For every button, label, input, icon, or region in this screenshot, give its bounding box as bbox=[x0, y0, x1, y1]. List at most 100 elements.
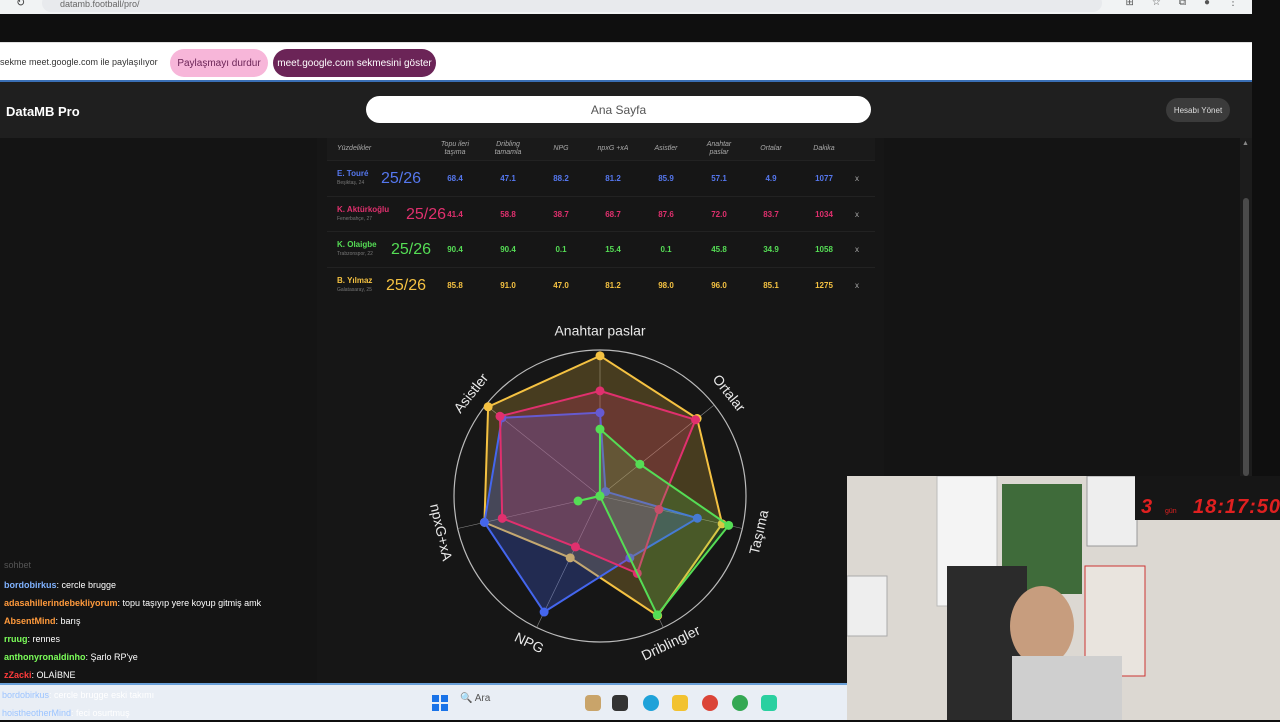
table-cell: 83.7 bbox=[763, 209, 779, 219]
table-row[interactable]: K. Olaigbe 25/26 Trabzonspor, 22 90.4 90.4 0.… bbox=[327, 231, 875, 266]
windows-start-icon[interactable] bbox=[432, 695, 448, 711]
scroll-up-icon[interactable]: ▲ bbox=[1242, 140, 1249, 147]
stop-sharing-button[interactable]: Paylaşmayı durdur bbox=[170, 49, 268, 77]
radar-axis-label: Anahtar paslar bbox=[554, 323, 645, 339]
chat-username[interactable]: bordobirkus bbox=[4, 580, 57, 590]
profile-icon[interactable]: ● bbox=[1204, 0, 1210, 8]
radar-point bbox=[595, 424, 605, 434]
stream-timer: 3 gün 18:17:50 bbox=[1135, 476, 1280, 520]
chat-username[interactable]: bordobirkus bbox=[2, 690, 49, 700]
table-cell: 1034 bbox=[815, 209, 833, 219]
table-cell: 38.7 bbox=[553, 209, 569, 219]
chrome-icon[interactable] bbox=[702, 695, 718, 711]
table-row[interactable]: B. Yılmaz 25/26 Galatasaray, 25 85.8 91.0 47.… bbox=[327, 266, 875, 303]
remove-player-button[interactable]: x bbox=[855, 197, 859, 232]
table-cell: 1077 bbox=[815, 174, 833, 183]
home-search-bar[interactable]: Ana Sayfa bbox=[366, 96, 871, 123]
chat-message: anthonyronaldinho: Şarlo RP'ye bbox=[4, 648, 324, 666]
radar-point bbox=[497, 513, 507, 523]
table-row[interactable]: E. Touré 25/26 Beşiktaş, 24 68.4 47.1 88.2 81.… bbox=[327, 160, 875, 195]
url-field[interactable]: datamb.football/pro/ bbox=[42, 0, 1102, 12]
player-name[interactable]: K. Aktürkoğlu bbox=[337, 205, 389, 214]
column-header[interactable]: Dakika bbox=[804, 138, 844, 160]
timer-days-label: gün bbox=[1165, 508, 1177, 515]
radar-point bbox=[479, 517, 489, 527]
scrollbar-thumb[interactable] bbox=[1243, 198, 1249, 476]
chat-username[interactable]: rruug bbox=[4, 634, 28, 644]
browser-address-bar: ↻ datamb.football/pro/ ⊞ ☆ ⧉ ● ⋮ bbox=[0, 0, 1252, 14]
column-header[interactable]: Anahtar paslar bbox=[699, 138, 739, 160]
chat-text: : Şarlo RP'ye bbox=[85, 652, 138, 662]
table-cell: 85.9 bbox=[658, 174, 674, 183]
table-cell: 88.2 bbox=[553, 174, 569, 183]
chrome-profile-icon[interactable] bbox=[732, 695, 748, 711]
column-header[interactable]: Topu ileri taşıma bbox=[435, 138, 475, 160]
player-team: Trabzonspor, 22 bbox=[337, 251, 373, 257]
reload-icon[interactable]: ↻ bbox=[16, 0, 25, 9]
table-row[interactable]: K. Aktürkoğlu 25/26 Fenerbahçe, 27 41.4 58.8… bbox=[327, 195, 875, 232]
radar-point bbox=[724, 520, 734, 530]
folder-icon[interactable] bbox=[672, 695, 688, 711]
show-tab-button[interactable]: meet.google.com sekmesini göster bbox=[273, 49, 436, 77]
table-cell: 47.0 bbox=[553, 280, 569, 290]
chat-username[interactable]: adasahillerindebekliyorum bbox=[4, 598, 118, 608]
table-cell: 87.6 bbox=[658, 209, 674, 219]
chat-username[interactable]: AbsentMind bbox=[4, 616, 56, 626]
radar-point bbox=[570, 542, 580, 552]
bookmark-star-icon[interactable]: ☆ bbox=[1152, 0, 1161, 8]
chat-text: : cercle brugge bbox=[56, 580, 117, 590]
translate-icon[interactable]: ⊞ bbox=[1125, 0, 1133, 8]
player-name[interactable]: B. Yılmaz bbox=[337, 276, 372, 285]
table-cell: 57.1 bbox=[711, 174, 727, 183]
chat-text: : rennes bbox=[27, 634, 61, 644]
remove-player-button[interactable]: x bbox=[855, 232, 859, 267]
remove-player-button[interactable]: x bbox=[855, 268, 859, 303]
player-name[interactable]: E. Touré bbox=[337, 169, 368, 178]
table-cell: 98.0 bbox=[658, 280, 674, 290]
radar-axis-label: Ortalar bbox=[710, 371, 749, 415]
menu-icon[interactable]: ⋮ bbox=[1228, 0, 1238, 8]
table-cell: 85.1 bbox=[763, 280, 779, 290]
chat-username[interactable]: hoistheotherMind bbox=[2, 708, 71, 718]
table-cell: 90.4 bbox=[447, 245, 463, 254]
table-cell: 47.1 bbox=[500, 174, 516, 183]
table-cell: 68.7 bbox=[605, 209, 621, 219]
chat-message: bordobirkus: cercle brugge eski takımı bbox=[2, 686, 154, 704]
table-header: Yüzdelikler Topu ileri taşıma Dribling t… bbox=[327, 138, 875, 160]
timer-clock: 18:17:50 bbox=[1193, 496, 1280, 518]
manage-account-button[interactable]: Hesabı Yönet bbox=[1166, 98, 1230, 122]
extensions-icon[interactable]: ⧉ bbox=[1179, 0, 1186, 8]
edge-icon[interactable] bbox=[643, 695, 659, 711]
remove-player-button[interactable]: x bbox=[855, 161, 859, 196]
chat-username[interactable]: anthonyronaldinho bbox=[4, 652, 86, 662]
brand-logo[interactable]: DataMB Pro bbox=[6, 104, 80, 119]
table-cell: 45.8 bbox=[711, 245, 727, 254]
player-team: Beşiktaş, 24 bbox=[337, 180, 365, 186]
chat-text: : feci osurtmuş bbox=[71, 708, 130, 718]
taskbar-search-label: Ara bbox=[474, 693, 491, 704]
radar-axis-label: npxG+xA bbox=[427, 502, 456, 563]
stream-chat: sohbet bordobirkus: cercle brugge adasahi… bbox=[4, 560, 324, 684]
radar-point bbox=[495, 411, 505, 421]
column-header[interactable]: Asistler bbox=[646, 138, 686, 160]
chat-username[interactable]: zZacki bbox=[4, 670, 32, 680]
column-header[interactable]: Ortalar bbox=[751, 138, 791, 160]
table-cell: 81.2 bbox=[605, 174, 621, 183]
player-name[interactable]: K. Olaigbe bbox=[337, 240, 377, 249]
table-cell: 1275 bbox=[815, 280, 833, 290]
table-cell: 0.1 bbox=[660, 245, 672, 254]
column-header[interactable]: Dribling tamamla bbox=[488, 138, 528, 160]
taskbar-search[interactable]: 🔍 Ara bbox=[460, 693, 490, 704]
column-header[interactable]: NPG bbox=[541, 138, 581, 160]
column-header[interactable]: npxG +xA bbox=[593, 138, 633, 160]
radar-point bbox=[483, 402, 493, 412]
player-season: 25/26 bbox=[381, 170, 422, 187]
widget-icon[interactable] bbox=[585, 695, 601, 711]
radar-axis-label: Driblingler bbox=[639, 622, 703, 664]
radar-point bbox=[652, 610, 662, 620]
table-cell: 58.8 bbox=[500, 209, 516, 219]
task-view-icon[interactable] bbox=[612, 695, 628, 711]
window-edge bbox=[1252, 0, 1280, 80]
chat-message: hoistheotherMind: feci osurtmuş bbox=[2, 704, 154, 722]
app-icon[interactable] bbox=[761, 695, 777, 711]
